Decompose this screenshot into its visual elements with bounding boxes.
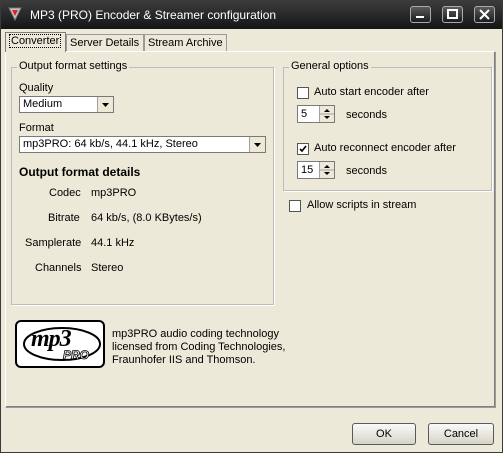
auto-start-unit: seconds <box>346 109 387 121</box>
bitrate-value: 64 kb/s, (8.0 KBytes/s) <box>91 212 202 224</box>
format-select[interactable]: mp3PRO: 64 kb/s, 44.1 kHz, Stereo <box>19 136 266 153</box>
channels-value: Stereo <box>91 262 124 274</box>
tab-server-details[interactable]: Server Details <box>66 34 144 51</box>
auto-start-label: Auto start encoder after <box>314 86 429 98</box>
auto-start-spinner[interactable]: 5 <box>297 105 335 123</box>
format-value: mp3PRO: 64 kb/s, 44.1 kHz, Stereo <box>23 138 198 150</box>
auto-reconnect-value: 15 <box>301 164 314 176</box>
bitrate-key: Bitrate <box>48 212 80 224</box>
mp3pro-logo: mp3 PRO <box>15 320 105 368</box>
minimize-icon <box>416 16 424 18</box>
auto-start-value: 5 <box>301 108 308 120</box>
format-label: Format <box>19 122 54 134</box>
tab-converter[interactable]: Converter <box>5 32 66 52</box>
window-title: MP3 (PRO) Encoder & Streamer configurati… <box>30 8 277 22</box>
auto-start-checkbox[interactable] <box>297 87 309 99</box>
auto-reconnect-spinner[interactable]: 15 <box>297 161 335 179</box>
channels-key: Channels <box>35 262 82 274</box>
about-text: mp3PRO audio coding technology licensed … <box>112 328 285 367</box>
allow-scripts-checkbox[interactable] <box>289 200 301 212</box>
details-heading: Output format details <box>19 165 141 179</box>
minimize-button[interactable] <box>410 6 431 23</box>
output-format-group-title: Output format settings <box>17 60 130 72</box>
cancel-button[interactable]: Cancel <box>428 423 494 445</box>
general-options-group-title: General options <box>289 60 371 72</box>
app-icon <box>8 7 22 21</box>
quality-select[interactable]: Medium <box>19 96 114 113</box>
spinner-arrows-icon[interactable] <box>320 106 334 122</box>
samplerate-key: Samplerate <box>25 237 82 249</box>
spinner-arrows-icon[interactable] <box>320 162 334 178</box>
close-icon <box>479 9 490 20</box>
config-window: MP3 (PRO) Encoder & Streamer configurati… <box>0 0 503 453</box>
about-line-3: Fraunhofer IIS and Thomson. <box>112 354 256 366</box>
maximize-button[interactable] <box>442 6 463 23</box>
chevron-down-icon <box>102 103 109 107</box>
auto-reconnect-label: Auto reconnect encoder after <box>314 142 456 154</box>
logo-text-sub: PRO <box>63 348 90 363</box>
samplerate-value: 44.1 kHz <box>91 237 135 249</box>
ok-button[interactable]: OK <box>352 423 416 445</box>
quality-label: Quality <box>19 82 54 94</box>
close-button[interactable] <box>474 6 495 23</box>
about-line-2: licensed from Coding Technologies, <box>112 341 286 353</box>
title-bar[interactable]: MP3 (PRO) Encoder & Streamer configurati… <box>1 1 502 29</box>
allow-scripts-label: Allow scripts in stream <box>307 199 417 211</box>
codec-key: Codec <box>49 187 81 199</box>
about-line-1: mp3PRO audio coding technology <box>112 328 279 340</box>
chevron-down-icon <box>254 143 261 147</box>
quality-value: Medium <box>23 98 63 110</box>
tab-stream-archive[interactable]: Stream Archive <box>144 34 227 51</box>
checkmark-icon <box>299 145 307 153</box>
maximize-icon <box>447 9 458 19</box>
auto-reconnect-checkbox[interactable] <box>297 143 309 155</box>
codec-value: mp3PRO <box>91 187 137 199</box>
auto-reconnect-unit: seconds <box>346 165 387 177</box>
button-bar: OK Cancel <box>1 410 502 452</box>
